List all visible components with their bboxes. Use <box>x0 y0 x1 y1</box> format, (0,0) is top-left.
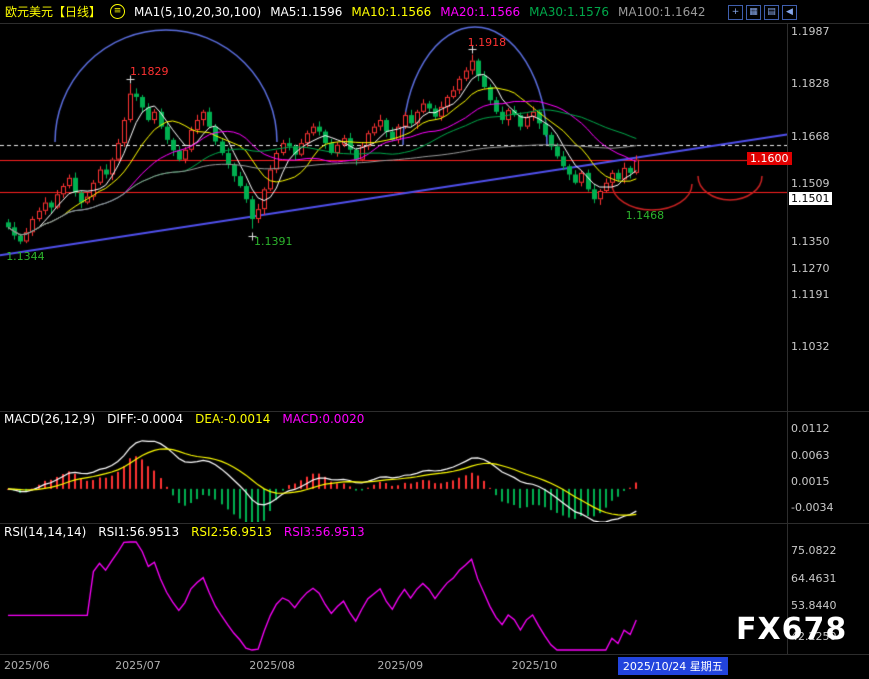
macd-dea-value: DEA:-0.0014 <box>195 412 270 426</box>
topbar: 欧元美元【日线】 ≡ MA1(5,10,20,30,100) MA5:1.159… <box>0 0 869 23</box>
main-axis-label: 1.1987 <box>791 25 830 38</box>
watermark: FX678 <box>736 612 847 647</box>
macd-axis-label: -0.0034 <box>791 501 833 514</box>
main-axis-label: 1.1191 <box>791 288 830 301</box>
date-label: 2025/09 <box>377 659 423 672</box>
ma-settings-label: MA1(5,10,20,30,100) <box>134 5 261 19</box>
rsi-title: RSI(14,14,14) <box>4 525 86 539</box>
rsi-separator <box>0 523 869 524</box>
main-axis-label: 1.1509 <box>791 177 830 190</box>
current-price-tag: 1.1600 <box>747 152 792 165</box>
main-axis-label: 1.1668 <box>791 130 830 143</box>
main-axis-label: 1.1032 <box>791 340 830 353</box>
date-label: 2025/06 <box>4 659 50 672</box>
rsi-header: RSI(14,14,14) RSI1:56.9513 RSI2:56.9513 … <box>4 525 365 539</box>
toolbar-icons: + ▦ ▤ ◀ <box>728 5 797 20</box>
toolbar-grid-icon[interactable]: ▦ <box>746 5 761 20</box>
toolbar-collapse-icon[interactable]: ◀ <box>782 5 797 20</box>
symbol-settings-icon[interactable]: ≡ <box>110 4 125 19</box>
ma100-value: MA100:1.1642 <box>618 5 706 19</box>
toolbar-plus-icon[interactable]: + <box>728 5 743 20</box>
ma5-value: MA5:1.1596 <box>270 5 342 19</box>
macd-header: MACD(26,12,9) DIFF:-0.0004 DEA:-0.0014 M… <box>4 412 364 426</box>
rsi2-value: RSI2:56.9513 <box>191 525 272 539</box>
date-label: 2025/10 <box>512 659 558 672</box>
current-date-tag: 2025/10/24 星期五 <box>618 657 728 675</box>
main-axis-label: 1.1350 <box>791 235 830 248</box>
macd-diff-value: DIFF:-0.0004 <box>107 412 183 426</box>
rsi-axis-label: 53.8440 <box>791 599 837 612</box>
chart-application: 欧元美元【日线】 ≡ MA1(5,10,20,30,100) MA5:1.159… <box>0 0 869 679</box>
macd-canvas[interactable] <box>0 424 787 522</box>
date-label: 2025/08 <box>249 659 295 672</box>
rsi-axis-label: 64.4631 <box>791 572 837 585</box>
macd-axis-label: 0.0112 <box>791 422 830 435</box>
main-chart-canvas[interactable] <box>0 24 787 412</box>
rsi3-value: RSI3:56.9513 <box>284 525 365 539</box>
ma30-value: MA30:1.1576 <box>529 5 609 19</box>
rsi-canvas[interactable] <box>0 540 787 652</box>
main-axis-label: 1.1270 <box>791 262 830 275</box>
rsi1-value: RSI1:56.9513 <box>98 525 179 539</box>
macd-axis-label: 0.0015 <box>791 475 830 488</box>
ma20-value: MA20:1.1566 <box>440 5 520 19</box>
symbol-title[interactable]: 欧元美元【日线】 <box>5 3 101 20</box>
dateaxis-separator <box>0 654 869 655</box>
axis-separator <box>787 24 788 654</box>
macd-title: MACD(26,12,9) <box>4 412 95 426</box>
main-axis-label: 1.1828 <box>791 77 830 90</box>
macd-macd-value: MACD:0.0020 <box>282 412 364 426</box>
macd-axis-label: 0.0063 <box>791 449 830 462</box>
main-axis-label: 1.1501 <box>789 192 832 205</box>
rsi-axis-label: 75.0822 <box>791 544 837 557</box>
ma10-value: MA10:1.1566 <box>351 5 431 19</box>
date-label: 2025/07 <box>115 659 161 672</box>
toolbar-list-icon[interactable]: ▤ <box>764 5 779 20</box>
